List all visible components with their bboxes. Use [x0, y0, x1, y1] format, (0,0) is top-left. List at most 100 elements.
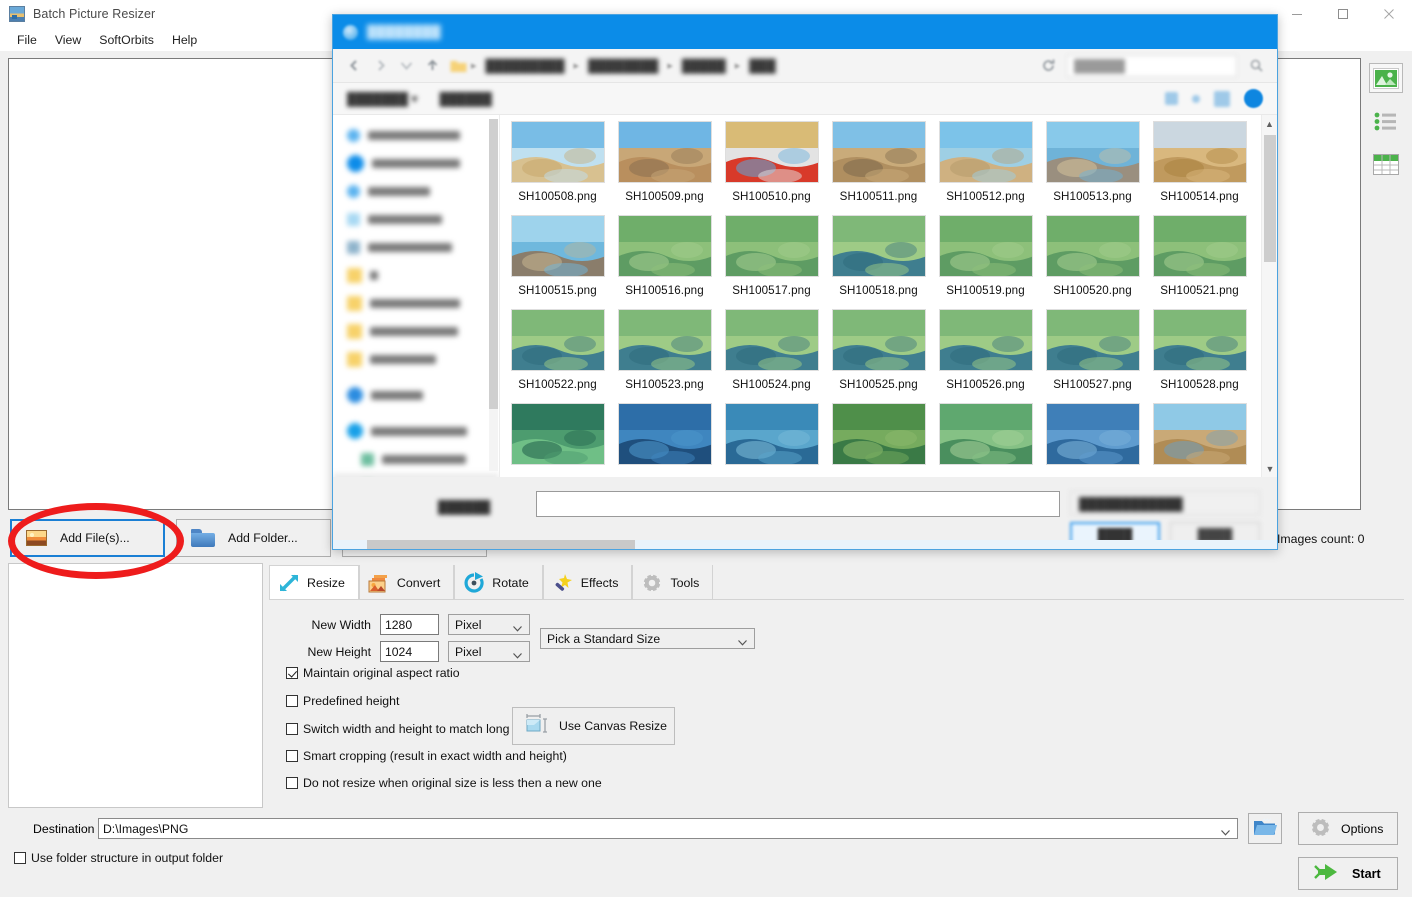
file-grid-item[interactable] — [718, 403, 825, 477]
use-canvas-resize-button[interactable]: Use Canvas Resize — [512, 707, 675, 745]
scrollbar-thumb[interactable] — [1264, 135, 1276, 262]
dialog-file-grid[interactable]: SH100508.png SH100509.png SH100510.png SH10… — [500, 115, 1277, 477]
file-grid-item[interactable] — [825, 403, 932, 477]
file-grid-item[interactable]: SH100520.png — [1039, 215, 1146, 309]
sidebar-item[interactable] — [333, 233, 499, 261]
sidebar-item[interactable] — [333, 381, 499, 409]
tab-tools[interactable]: Tools — [632, 565, 714, 600]
options-button[interactable]: Options — [1298, 812, 1398, 845]
minimize-icon[interactable] — [1274, 0, 1320, 28]
sidebar-item[interactable] — [333, 345, 499, 373]
file-grid-item[interactable]: SH100511.png — [825, 121, 932, 215]
file-grid-item[interactable] — [1146, 403, 1253, 477]
file-grid-item[interactable]: SH100517.png — [718, 215, 825, 309]
menu-help[interactable]: Help — [163, 31, 206, 49]
forward-arrow-icon[interactable] — [367, 54, 393, 78]
file-grid-item[interactable]: SH100514.png — [1146, 121, 1253, 215]
organize-menu[interactable]: ███████ ▾ — [347, 92, 418, 106]
checkbox-do-not-resize-smaller[interactable]: Do not resize when original size is less… — [286, 776, 602, 790]
file-grid-item[interactable]: SH100516.png — [611, 215, 718, 309]
sidebar-item[interactable] — [333, 317, 499, 345]
sidebar-item[interactable] — [333, 121, 499, 149]
add-files-button[interactable]: Add File(s)... — [10, 519, 165, 557]
file-type-select[interactable]: ████████████ — [1070, 491, 1260, 515]
preview-pane-icon[interactable] — [1214, 90, 1230, 107]
menu-softorbits[interactable]: SoftOrbits — [90, 31, 163, 49]
file-grid-item[interactable]: SH100521.png — [1146, 215, 1253, 309]
maximize-icon[interactable] — [1320, 0, 1366, 28]
sidebar-scrollbar[interactable] — [489, 119, 498, 471]
tab-resize[interactable]: Resize — [269, 565, 359, 601]
view-dropdown-icon[interactable] — [1192, 94, 1200, 103]
view-mode-icon[interactable] — [1165, 92, 1178, 105]
file-grid-item[interactable]: SH100526.png — [932, 309, 1039, 403]
file-grid-item[interactable]: SH100515.png — [504, 215, 611, 309]
add-folder-button[interactable]: Add Folder... — [176, 519, 331, 557]
file-grid-item[interactable] — [932, 403, 1039, 477]
new-width-unit-select[interactable]: Pixel — [448, 614, 530, 635]
file-grid-item[interactable]: SH100519.png — [932, 215, 1039, 309]
new-height-unit-select[interactable]: Pixel — [448, 641, 530, 662]
file-grid-item[interactable]: SH100528.png — [1146, 309, 1253, 403]
tab-effects[interactable]: Effects — [542, 565, 633, 600]
scroll-up-icon[interactable]: ▲ — [1262, 115, 1277, 132]
checkbox-predefined-height[interactable]: Predefined height — [286, 694, 399, 708]
sidebar-item[interactable] — [333, 261, 499, 289]
checkbox-smart-cropping[interactable]: Smart cropping (result in exact width an… — [286, 749, 567, 763]
new-height-input[interactable] — [380, 641, 439, 662]
file-grid-item[interactable]: SH100523.png — [611, 309, 718, 403]
search-icon[interactable] — [1243, 54, 1269, 78]
list-view-icon[interactable] — [1369, 106, 1403, 136]
close-icon[interactable] — [1366, 0, 1412, 28]
menu-file[interactable]: File — [8, 31, 46, 49]
breadcrumb-item[interactable]: █████████ — [477, 59, 574, 73]
file-grid-item[interactable]: SH100522.png — [504, 309, 611, 403]
checkbox-maintain-aspect-ratio[interactable]: Maintain original aspect ratio — [286, 666, 460, 680]
breadcrumb-item[interactable]: ███ — [740, 59, 784, 73]
up-arrow-icon[interactable] — [419, 54, 445, 78]
dialog-horizontal-scrollbar[interactable] — [333, 540, 1277, 549]
file-grid-item[interactable]: SH100518.png — [825, 215, 932, 309]
file-grid-item[interactable] — [1039, 403, 1146, 477]
file-grid-item[interactable]: SH100512.png — [932, 121, 1039, 215]
file-grid-item[interactable]: SH100527.png — [1039, 309, 1146, 403]
file-grid-item[interactable]: SH100510.png — [718, 121, 825, 215]
sidebar-item[interactable] — [333, 205, 499, 233]
destination-input[interactable]: D:\Images\PNG — [98, 818, 1238, 839]
file-grid-item[interactable]: SH100508.png — [504, 121, 611, 215]
file-grid-item[interactable]: SH100509.png — [611, 121, 718, 215]
checkbox-switch-width-height[interactable]: Switch width and height to match long si… — [286, 722, 542, 736]
recent-locations-icon[interactable] — [393, 54, 419, 78]
breadcrumb-item[interactable]: ████████ — [579, 59, 667, 73]
breadcrumb-item[interactable]: █████ — [673, 59, 735, 73]
sidebar-item[interactable] — [333, 177, 499, 205]
file-grid-scrollbar[interactable]: ▲ ▼ — [1261, 115, 1277, 477]
standard-size-select[interactable]: Pick a Standard Size — [540, 628, 755, 649]
dialog-sidebar[interactable] — [333, 115, 500, 477]
details-view-icon[interactable] — [1369, 149, 1403, 179]
refresh-icon[interactable] — [1035, 54, 1061, 78]
sidebar-item[interactable] — [333, 445, 499, 473]
dialog-search-input[interactable]: ██████ — [1067, 54, 1237, 77]
thumbnail-view-icon[interactable] — [1369, 63, 1403, 93]
sidebar-item[interactable] — [333, 289, 499, 317]
browse-destination-button[interactable] — [1248, 813, 1282, 844]
file-grid-item[interactable] — [504, 403, 611, 477]
scroll-down-icon[interactable]: ▼ — [1262, 460, 1277, 477]
new-folder-button[interactable]: ██████ — [440, 92, 492, 106]
file-name-input[interactable] — [536, 491, 1060, 517]
tab-convert[interactable]: Convert — [358, 565, 455, 600]
file-grid-item[interactable] — [611, 403, 718, 477]
sidebar-item[interactable] — [333, 149, 499, 177]
help-icon[interactable] — [1244, 89, 1263, 108]
file-grid-item[interactable]: SH100513.png — [1039, 121, 1146, 215]
sidebar-item[interactable] — [333, 417, 499, 445]
start-button[interactable]: Start — [1298, 857, 1398, 890]
file-grid-item[interactable]: SH100525.png — [825, 309, 932, 403]
back-arrow-icon[interactable] — [341, 54, 367, 78]
menu-view[interactable]: View — [46, 31, 90, 49]
tab-rotate[interactable]: Rotate — [454, 565, 543, 600]
file-grid-item[interactable]: SH100524.png — [718, 309, 825, 403]
new-width-input[interactable] — [380, 614, 439, 635]
checkbox-use-folder-structure[interactable]: Use folder structure in output folder — [14, 851, 223, 865]
